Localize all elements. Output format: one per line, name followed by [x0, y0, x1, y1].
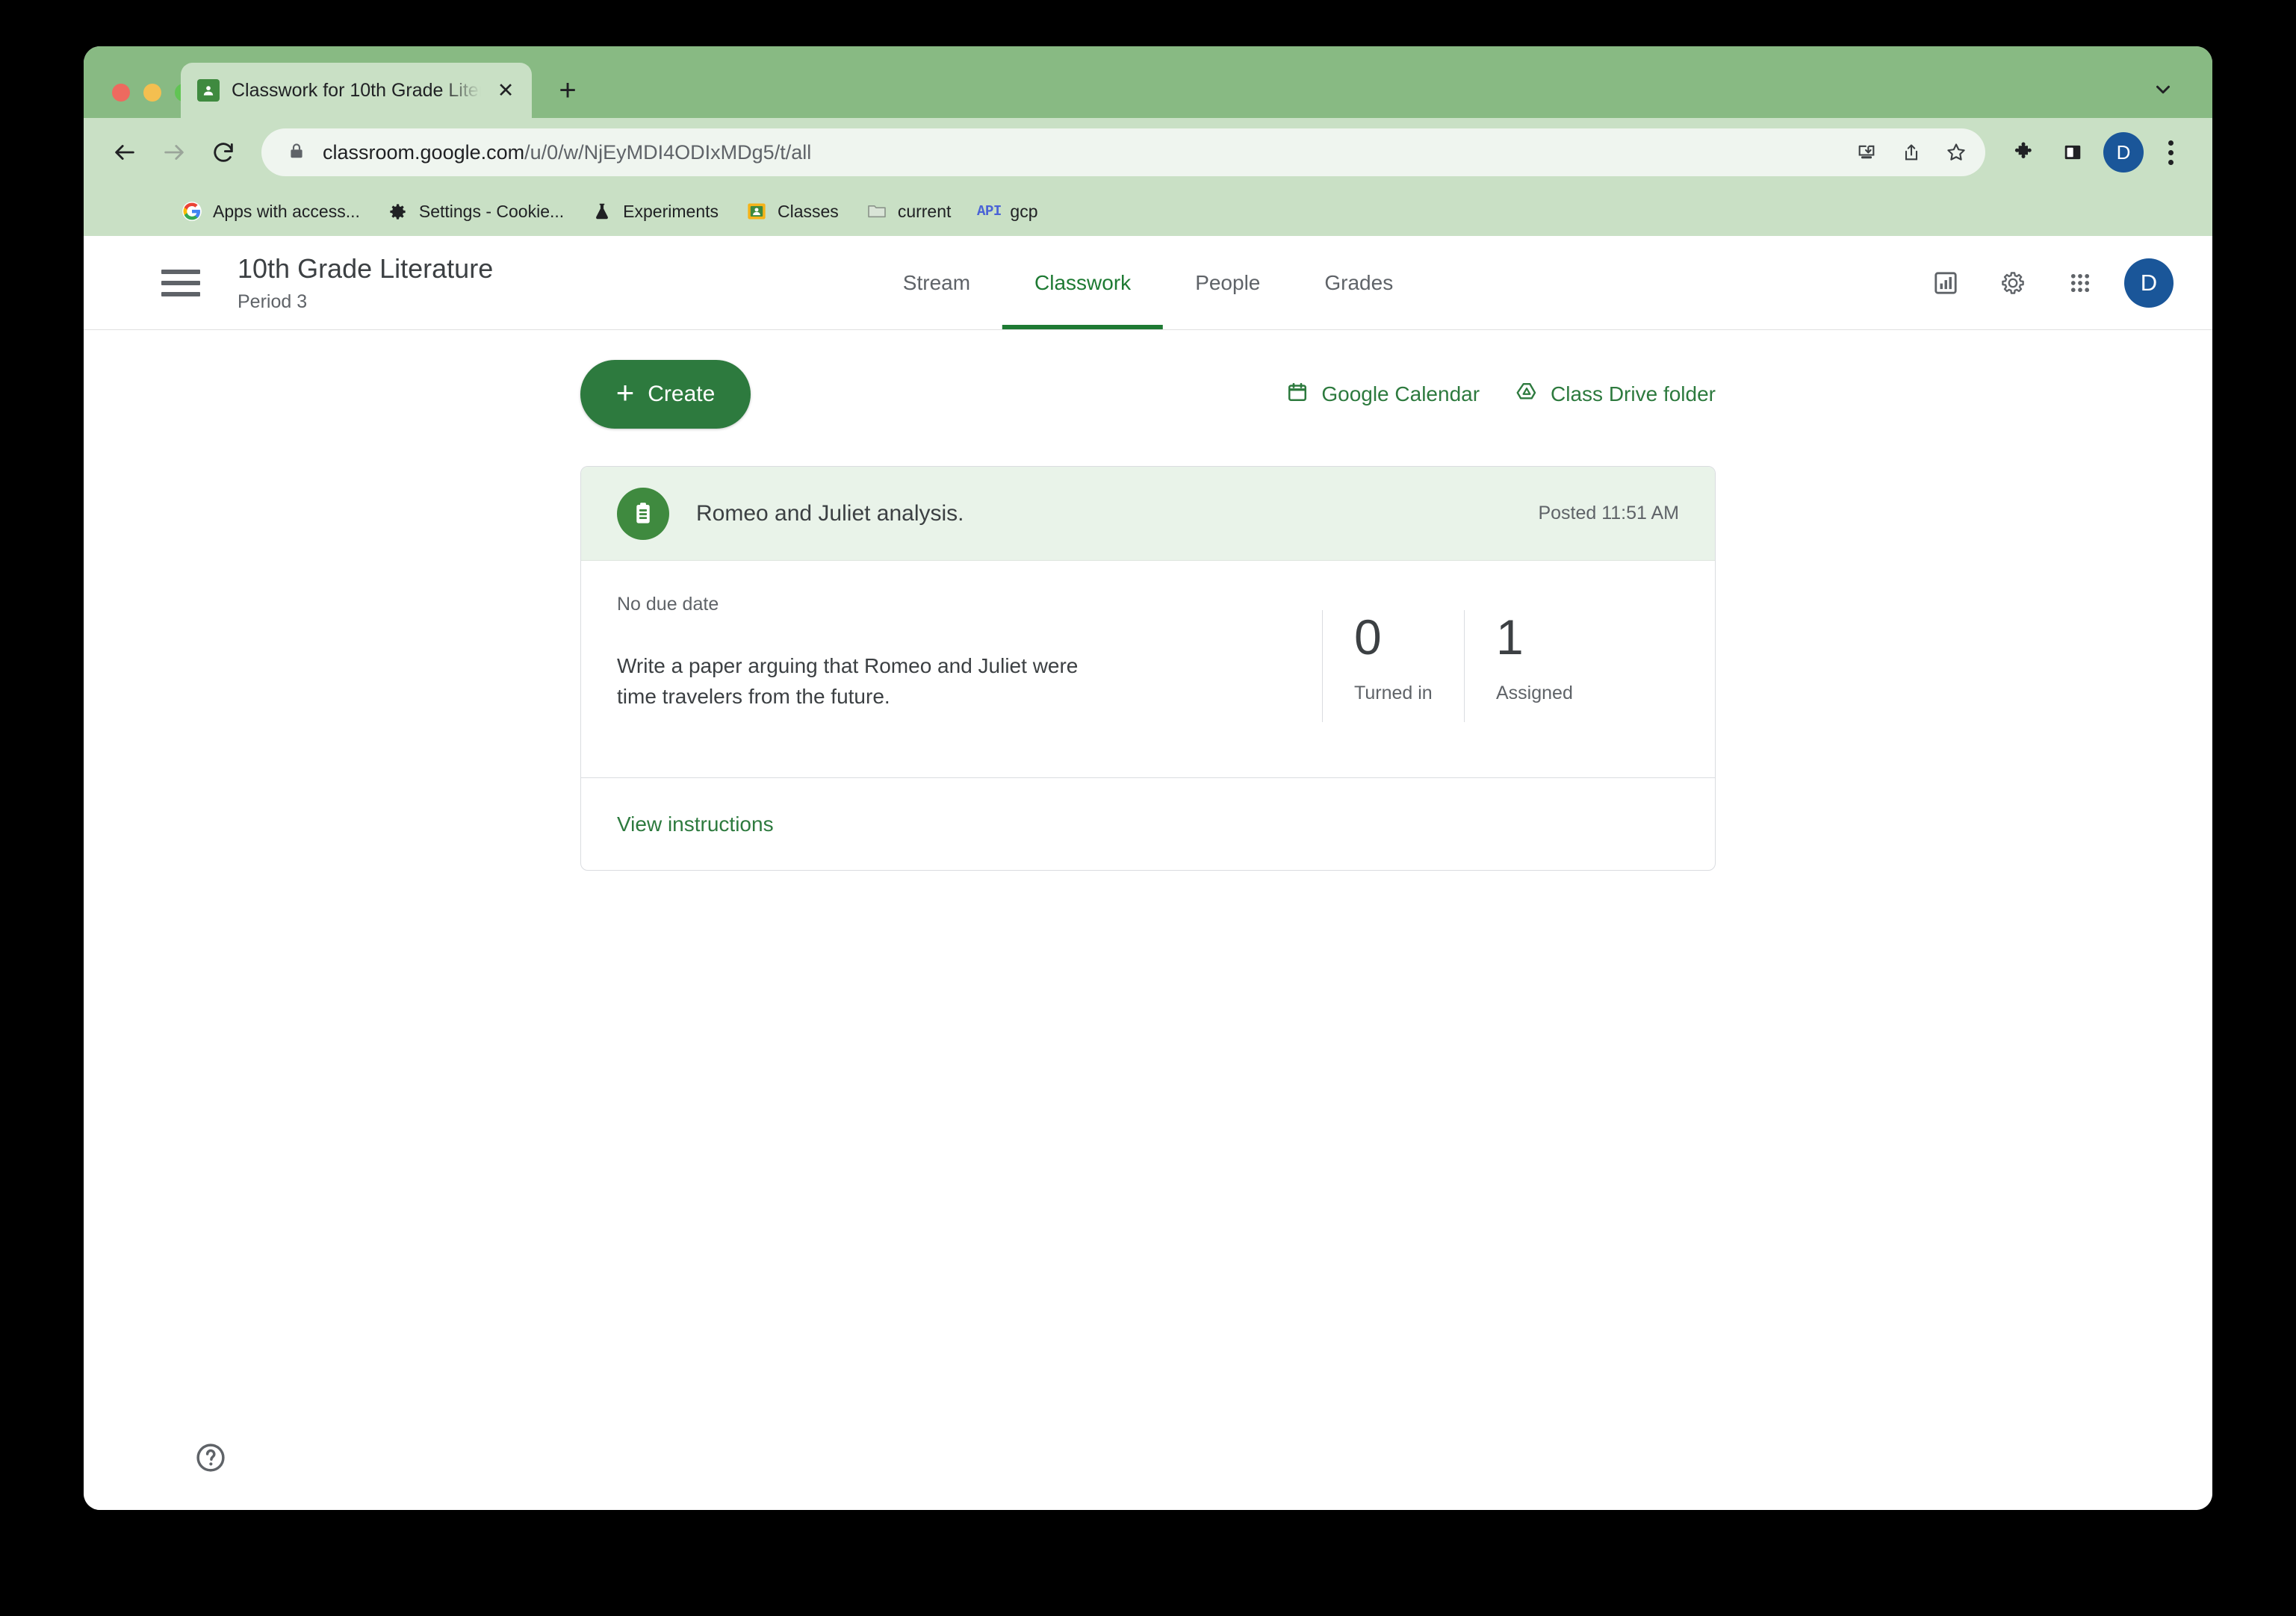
assignment-icon — [617, 487, 669, 540]
close-window-button[interactable] — [112, 84, 130, 102]
tab-grades[interactable]: Grades — [1292, 236, 1425, 329]
share-icon[interactable] — [1890, 131, 1933, 174]
browser-profile-avatar[interactable]: D — [2103, 132, 2144, 173]
gear-icon — [387, 200, 409, 223]
url-path: /u/0/w/NjEyMDI4ODIxMDg5/t/all — [524, 140, 812, 164]
chevron-down-icon[interactable] — [2148, 75, 2178, 105]
tab-people[interactable]: People — [1163, 236, 1292, 329]
turned-in-count: 0 — [1354, 609, 1382, 665]
browser-toolbar: classroom.google.com/u/0/w/NjEyMDI4ODIxM… — [84, 118, 2212, 187]
class-section: Period 3 — [238, 290, 308, 312]
bookmark-experiments[interactable]: Experiments — [591, 200, 719, 223]
extensions-icon[interactable] — [2000, 129, 2047, 175]
bookmarks-bar: Apps with access... Settings - Cookie...… — [84, 187, 2212, 236]
plus-icon: + — [615, 375, 635, 410]
apps-grid-icon[interactable] — [2057, 260, 2103, 306]
tab-title: Classwork for 10th Grade Literature — [232, 79, 481, 101]
google-icon — [181, 200, 203, 223]
page-viewport: 10th Grade Literature Period 3 Stream Cl… — [84, 236, 2212, 1510]
new-tab-button[interactable]: + — [544, 66, 592, 114]
assigned-count-block[interactable]: 1 Assigned — [1464, 610, 1606, 722]
assignment-status-counts: 0 Turned in 1 Assigned — [1322, 610, 1606, 739]
bookmark-label: current — [897, 201, 952, 221]
tab-stream[interactable]: Stream — [871, 236, 1002, 329]
hamburger-menu-icon[interactable] — [161, 269, 233, 296]
side-panel-icon[interactable] — [2050, 129, 2096, 175]
api-icon: API — [977, 203, 1002, 220]
assignment-card-footer: View instructions — [581, 777, 1715, 870]
view-instructions-link[interactable]: View instructions — [617, 812, 774, 836]
classroom-header: 10th Grade Literature Period 3 Stream Cl… — [84, 236, 2212, 330]
assigned-count: 1 — [1496, 609, 1524, 665]
url-domain: classroom.google.com — [323, 140, 525, 164]
bookmark-label: Settings - Cookie... — [418, 201, 565, 221]
bookmark-current[interactable]: current — [866, 200, 952, 223]
insights-icon[interactable] — [1923, 260, 1969, 306]
create-button[interactable]: + Create — [580, 360, 751, 429]
address-bar[interactable]: classroom.google.com/u/0/w/NjEyMDI4ODIxM… — [261, 128, 1985, 176]
create-button-label: Create — [648, 382, 716, 406]
omnibox-actions — [1845, 131, 1978, 174]
bookmark-label: Experiments — [623, 201, 719, 221]
class-identity[interactable]: 10th Grade Literature Period 3 — [238, 252, 493, 312]
google-calendar-link[interactable]: Google Calendar — [1286, 381, 1480, 408]
assignment-description: Write a paper arguing that Romeo and Jul… — [617, 654, 1079, 708]
class-drive-folder-link[interactable]: Class Drive folder — [1515, 381, 1716, 408]
calendar-icon — [1286, 381, 1309, 408]
browser-window: Classwork for 10th Grade Literature ✕ + … — [84, 46, 2212, 1510]
classwork-content: + Create Google Calendar Class Drive fol… — [84, 330, 2212, 871]
flask-icon — [591, 200, 613, 223]
bookmark-apps-with-access[interactable]: Apps with access... — [181, 200, 360, 223]
classroom-favicon-icon — [197, 79, 220, 102]
assigned-label: Assigned — [1496, 682, 1573, 703]
bookmark-label: Apps with access... — [213, 201, 360, 221]
classwork-links: Google Calendar Class Drive folder — [1286, 381, 1716, 408]
class-title: 10th Grade Literature — [238, 253, 494, 285]
bookmark-settings-cookie[interactable]: Settings - Cookie... — [387, 200, 564, 223]
assignment-posted-time: Posted 11:51 AM — [1538, 503, 1679, 523]
tab-classwork[interactable]: Classwork — [1002, 236, 1164, 329]
bookmark-star-icon[interactable] — [1934, 131, 1978, 174]
assignment-card-header[interactable]: Romeo and Juliet analysis. Posted 11:51 … — [581, 467, 1715, 561]
bookmark-gcp[interactable]: API gcp — [977, 200, 1038, 223]
folder-icon — [866, 200, 888, 223]
assignment-title: Romeo and Juliet analysis. — [696, 500, 964, 526]
bookmark-label: gcp — [1010, 201, 1038, 221]
forward-icon[interactable] — [151, 129, 197, 175]
tab-strip: Classwork for 10th Grade Literature ✕ + — [84, 46, 2212, 118]
url-text: classroom.google.com/u/0/w/NjEyMDI4ODIxM… — [323, 141, 1828, 164]
classroom-header-actions: D — [1923, 258, 2174, 308]
assignment-due-date: No due date — [617, 594, 719, 615]
classroom-tabs: Stream Classwork People Grades — [871, 236, 1425, 329]
lock-icon — [287, 141, 306, 164]
assignment-card[interactable]: Romeo and Juliet analysis. Posted 11:51 … — [580, 466, 1716, 871]
bookmark-label: Classes — [778, 201, 839, 221]
help-icon[interactable] — [193, 1440, 229, 1476]
reload-icon[interactable] — [200, 129, 246, 175]
browser-tab[interactable]: Classwork for 10th Grade Literature ✕ — [181, 63, 532, 118]
install-app-icon[interactable] — [1845, 131, 1888, 174]
minimize-window-button[interactable] — [143, 84, 161, 102]
drive-icon — [1515, 381, 1538, 408]
account-avatar[interactable]: D — [2124, 258, 2174, 308]
classroom-icon — [745, 200, 768, 223]
browser-menu-icon[interactable] — [2151, 131, 2190, 174]
google-calendar-label: Google Calendar — [1321, 382, 1480, 405]
turned-in-label: Turned in — [1354, 682, 1433, 703]
turned-in-count-block[interactable]: 0 Turned in — [1322, 610, 1464, 722]
bookmark-classes[interactable]: Classes — [745, 200, 839, 223]
assignment-details: No due date Write a paper arguing that R… — [617, 594, 1322, 739]
class-drive-folder-label: Class Drive folder — [1551, 382, 1716, 405]
back-icon[interactable] — [102, 129, 148, 175]
gear-icon[interactable] — [1990, 260, 2036, 306]
close-tab-button[interactable]: ✕ — [493, 78, 518, 103]
classwork-toolbar: + Create Google Calendar Class Drive fol… — [580, 358, 1716, 430]
assignment-card-body: No due date Write a paper arguing that R… — [581, 561, 1715, 777]
